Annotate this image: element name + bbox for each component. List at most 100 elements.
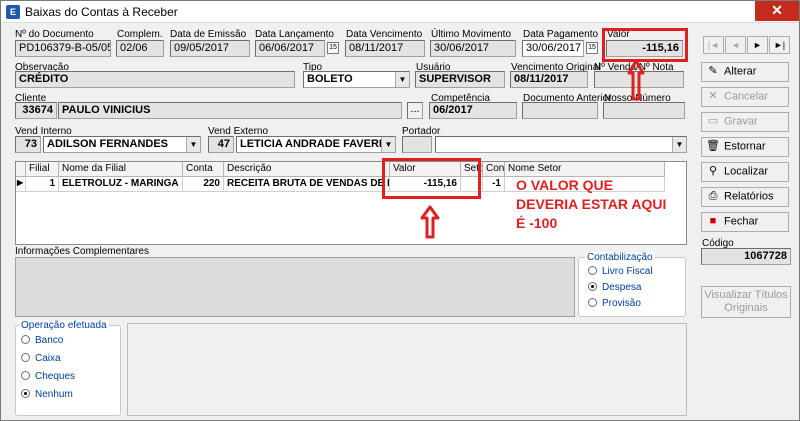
doc-number-field[interactable]: PD106379-B-05/05-I (15, 40, 111, 57)
external-seller-select[interactable]: LETICIA ANDRADE FAVERI MA (236, 136, 396, 153)
due-date-field[interactable]: 08/11/2017 (345, 40, 425, 57)
original-due-field[interactable]: 08/11/2017 (510, 71, 588, 88)
arrow-up-icon (627, 59, 645, 101)
app-icon: E (6, 5, 20, 19)
exit-icon: ■ (709, 215, 717, 227)
carrier-code-field[interactable] (402, 136, 432, 153)
arrow-up-icon (420, 205, 440, 239)
cancel-icon: ✕ (708, 90, 718, 102)
table-cell-cons[interactable]: -1 (483, 177, 505, 192)
radio-icon (21, 353, 30, 362)
grid-header-description[interactable]: Descrição (224, 162, 390, 177)
client-search-button[interactable]: ... (407, 102, 423, 119)
operation-details-panel (127, 323, 687, 416)
radio-label: Provisão (602, 298, 641, 309)
reports-button-label: Relatórios (724, 190, 774, 203)
last-record-button[interactable]: ►| (769, 36, 790, 54)
previous-doc-field[interactable] (522, 102, 598, 119)
calendar-icon[interactable]: 15 (586, 42, 598, 54)
payment-date-label: Data Pagamento (523, 29, 599, 40)
window-title: Baixas do Contas à Receber (25, 5, 178, 19)
radio-label: Banco (35, 335, 64, 346)
table-cell-description[interactable]: RECEITA BRUTA DE VENDAS DE PRODUTO (224, 177, 390, 192)
radio-none[interactable]: Nenhum (21, 389, 73, 400)
table-cell-filial[interactable]: 1 (26, 177, 59, 192)
chevron-down-icon[interactable]: ▼ (186, 137, 200, 152)
receivables-write-off-window: E Baixas do Contas à Receber ✕ Nº do Doc… (0, 0, 800, 421)
table-cell-account[interactable]: 220 (183, 177, 224, 192)
table-cell-branch-name[interactable]: ELETROLUZ - MARINGA (59, 177, 183, 192)
code-field[interactable]: 1067728 (701, 248, 791, 265)
reports-button[interactable]: ⎙ Relatórios (701, 187, 789, 207)
last-movement-field[interactable]: 30/06/2017 (430, 40, 516, 57)
issue-date-label: Data de Emissão (170, 29, 247, 40)
operation-group-title: Operação efetuada (19, 320, 109, 331)
annotation-note: O VALOR QUE DEVERIA ESTAR AQUI É -100 (516, 176, 676, 233)
complement-label: Complem. (117, 29, 163, 40)
calendar-icon[interactable]: 15 (327, 42, 339, 54)
radio-bank[interactable]: Banco (21, 335, 63, 346)
annotation-line-3: É -100 (516, 215, 558, 231)
radio-provision[interactable]: Provisão (588, 298, 641, 309)
search-button-label: Localizar (724, 165, 769, 178)
annotation-line-2: DEVERIA ESTAR AQUI (516, 196, 667, 212)
chevron-down-icon[interactable]: ▼ (381, 137, 395, 152)
chevron-down-icon[interactable]: ▼ (672, 137, 686, 152)
grid-value-highlight-box (382, 158, 481, 199)
grid-header-account[interactable]: Conta (183, 162, 224, 177)
complement-field[interactable]: 02/06 (116, 40, 164, 57)
edit-button-label: Alterar (724, 65, 757, 78)
cancel-button-label: Cancelar (724, 90, 769, 103)
user-field[interactable]: SUPERVISOR (415, 71, 505, 88)
view-original-titles-button[interactable]: Visualizar Títulos Originais (701, 286, 791, 318)
next-record-button[interactable]: ► (747, 36, 768, 54)
competence-field[interactable]: 06/2017 (429, 102, 517, 119)
radio-label: Despesa (602, 282, 642, 293)
complementary-info-textarea[interactable] (15, 257, 575, 317)
previous-record-button[interactable]: ◄ (725, 36, 746, 54)
internal-seller-code-field[interactable]: 73 (15, 136, 41, 153)
radio-cash[interactable]: Caixa (21, 353, 61, 364)
close-button[interactable]: ✕ (755, 1, 799, 21)
edit-button[interactable]: ✎ Alterar (701, 62, 789, 82)
grid-header-cons[interactable]: Cons (483, 162, 505, 177)
save-button[interactable]: ▭ Gravar (701, 112, 789, 132)
radio-selected-icon (21, 389, 30, 398)
client-name-field[interactable]: PAULO VINICIUS (58, 102, 402, 119)
print-icon: ⎙ (708, 190, 718, 202)
radio-label: Livro Fiscal (602, 266, 653, 277)
value-highlight-box (602, 28, 688, 62)
grid-header-branch-name[interactable]: Nome da Filial (59, 162, 183, 177)
view-original-titles-line1: Visualizar Títulos (704, 289, 788, 301)
observation-field[interactable]: CRÉDITO (15, 71, 295, 88)
radio-icon (588, 298, 597, 307)
radio-icon (21, 371, 30, 380)
reverse-button[interactable]: 🗑 Estornar (701, 137, 789, 157)
radio-selected-icon (588, 282, 597, 291)
type-select[interactable]: BOLETO (303, 71, 410, 88)
complementary-info-label: Informações Complementares (15, 246, 149, 257)
reverse-button-label: Estornar (724, 140, 766, 153)
client-code-field[interactable]: 33674 (15, 102, 57, 119)
first-record-button[interactable]: |◄ (703, 36, 724, 54)
radio-label: Cheques (35, 371, 76, 382)
radio-expense[interactable]: Despesa (588, 282, 641, 293)
payment-date-field[interactable]: 30/06/2017 (522, 40, 584, 57)
annotation-line-1: O VALOR QUE (516, 177, 613, 193)
our-number-field[interactable] (603, 102, 685, 119)
accounting-group-title: Contabilização (585, 252, 655, 263)
search-button[interactable]: ⚲ Localizar (701, 162, 789, 182)
grid-header-sector-name[interactable]: Nome Setor (505, 162, 665, 177)
internal-seller-select[interactable]: ADILSON FERNANDES (43, 136, 201, 153)
radio-fiscal-book[interactable]: Livro Fiscal (588, 266, 653, 277)
chevron-down-icon[interactable]: ▼ (395, 72, 409, 87)
issue-date-field[interactable]: 09/05/2017 (170, 40, 250, 57)
cancel-button[interactable]: ✕ Cancelar (701, 87, 789, 107)
close-form-button[interactable]: ■ Fechar (701, 212, 789, 232)
external-seller-code-field[interactable]: 47 (208, 136, 234, 153)
due-date-label: Data Vencimento (346, 29, 423, 40)
launch-date-field[interactable]: 06/06/2017 (255, 40, 325, 57)
carrier-select[interactable] (435, 136, 687, 153)
grid-header-filial[interactable]: Filial (26, 162, 59, 177)
radio-checks[interactable]: Cheques (21, 371, 75, 382)
